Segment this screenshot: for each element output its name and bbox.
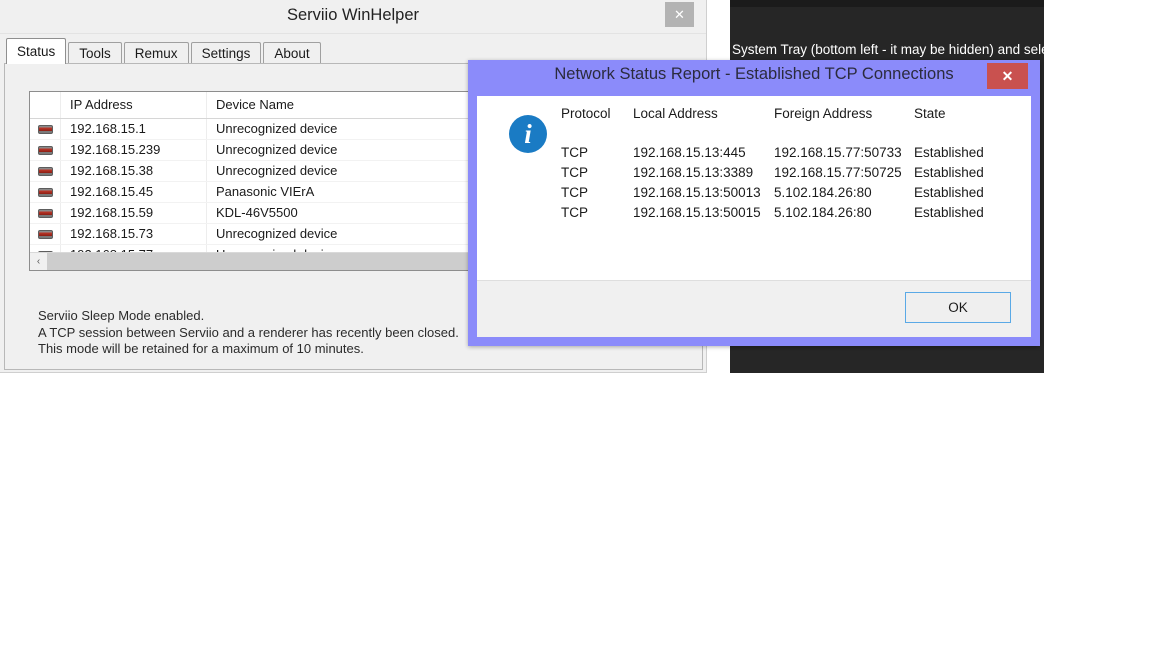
- tcp-cell-foreign: 192.168.15.77:50733: [774, 143, 914, 163]
- background-window-titlebar-strip: [730, 0, 1044, 7]
- device-icon-cell: [30, 203, 61, 223]
- tcp-cell-foreign: 5.102.184.26:80: [774, 203, 914, 223]
- device-icon-cell: [30, 224, 61, 244]
- status-line-1: Serviio Sleep Mode enabled.: [38, 308, 459, 325]
- system-tray-instruction-text: System Tray (bottom left - it may be hid…: [732, 41, 1044, 59]
- tab-settings[interactable]: Settings: [191, 42, 262, 64]
- dialog-title: Network Status Report - Established TCP …: [468, 65, 1040, 84]
- tcp-table-header-row: Protocol Local Address Foreign Address S…: [561, 106, 1014, 143]
- close-icon[interactable]: ✕: [665, 2, 694, 27]
- tcp-cell-local: 192.168.15.13:50013: [633, 183, 774, 203]
- tcp-cell-protocol: TCP: [561, 163, 633, 183]
- device-table-header-ip[interactable]: IP Address: [61, 92, 207, 118]
- device-ip-cell: 192.168.15.239: [61, 140, 207, 160]
- device-name-cell: Unrecognized device: [207, 119, 507, 139]
- tcp-header-foreign: Foreign Address: [774, 106, 914, 143]
- tcp-header-local: Local Address: [633, 106, 774, 143]
- tcp-cell-foreign: 5.102.184.26:80: [774, 183, 914, 203]
- dialog-titlebar: Network Status Report - Established TCP …: [468, 60, 1040, 91]
- device-icon: [38, 125, 53, 134]
- device-name-cell: Unrecognized device: [207, 224, 507, 244]
- device-icon: [38, 146, 53, 155]
- tcp-cell-local: 192.168.15.13:3389: [633, 163, 774, 183]
- device-ip-cell: 192.168.15.45: [61, 182, 207, 202]
- table-row: TCP 192.168.15.13:50013 5.102.184.26:80 …: [561, 183, 1014, 203]
- device-ip-cell: 192.168.15.73: [61, 224, 207, 244]
- device-icon: [38, 230, 53, 239]
- tab-status[interactable]: Status: [6, 38, 66, 64]
- device-name-cell: Unrecognized device: [207, 140, 507, 160]
- device-icon-cell: [30, 119, 61, 139]
- device-icon-cell: [30, 140, 61, 160]
- tcp-header-state: State: [914, 106, 1014, 143]
- device-name-cell: Panasonic VIErA: [207, 182, 507, 202]
- dialog-content: i Protocol Local Address Foreign Address…: [477, 96, 1031, 281]
- status-line-2: A TCP session between Serviio and a rend…: [38, 325, 459, 342]
- network-status-report-dialog: Network Status Report - Established TCP …: [468, 60, 1040, 346]
- device-table-header-icon-col: [30, 92, 61, 118]
- device-icon-cell: [30, 161, 61, 181]
- device-name-cell: Unrecognized device: [207, 161, 507, 181]
- main-window-titlebar: Serviio WinHelper ✕: [0, 0, 706, 34]
- device-icon: [38, 167, 53, 176]
- device-table-header-name[interactable]: Device Name: [207, 92, 507, 118]
- tcp-cell-protocol: TCP: [561, 143, 633, 163]
- main-tabstrip: Status Tools Remux Settings About: [6, 39, 323, 64]
- device-name-cell: KDL-46V5500: [207, 203, 507, 223]
- status-line-3: This mode will be retained for a maximum…: [38, 341, 459, 358]
- ok-button[interactable]: OK: [905, 292, 1011, 323]
- table-row: TCP 192.168.15.13:3389 192.168.15.77:507…: [561, 163, 1014, 183]
- table-row: TCP 192.168.15.13:445 192.168.15.77:5073…: [561, 143, 1014, 163]
- status-message: Serviio Sleep Mode enabled. A TCP sessio…: [38, 308, 459, 358]
- tcp-cell-local: 192.168.15.13:445: [633, 143, 774, 163]
- tcp-cell-state: Established: [914, 163, 1014, 183]
- dialog-footer: OK: [477, 280, 1031, 337]
- tab-remux[interactable]: Remux: [124, 42, 189, 64]
- device-ip-cell: 192.168.15.1: [61, 119, 207, 139]
- tcp-cell-foreign: 192.168.15.77:50725: [774, 163, 914, 183]
- device-ip-cell: 192.168.15.59: [61, 203, 207, 223]
- main-window-title: Serviio WinHelper: [0, 6, 706, 25]
- tcp-header-protocol: Protocol: [561, 106, 633, 143]
- tcp-cell-protocol: TCP: [561, 183, 633, 203]
- tcp-cell-state: Established: [914, 183, 1014, 203]
- device-icon: [38, 188, 53, 197]
- tcp-cell-protocol: TCP: [561, 203, 633, 223]
- tab-about[interactable]: About: [263, 42, 320, 64]
- tcp-cell-state: Established: [914, 203, 1014, 223]
- tcp-connections-table: Protocol Local Address Foreign Address S…: [561, 106, 1014, 223]
- device-ip-cell: 192.168.15.38: [61, 161, 207, 181]
- tab-tools[interactable]: Tools: [68, 42, 122, 64]
- tcp-cell-state: Established: [914, 143, 1014, 163]
- chevron-left-icon[interactable]: ‹: [30, 253, 47, 270]
- device-icon-cell: [30, 182, 61, 202]
- dialog-body: i Protocol Local Address Foreign Address…: [477, 96, 1031, 337]
- device-icon: [38, 209, 53, 218]
- tcp-cell-local: 192.168.15.13:50015: [633, 203, 774, 223]
- table-row: TCP 192.168.15.13:50015 5.102.184.26:80 …: [561, 203, 1014, 223]
- info-icon: i: [509, 115, 547, 153]
- close-icon[interactable]: ✕: [987, 63, 1028, 89]
